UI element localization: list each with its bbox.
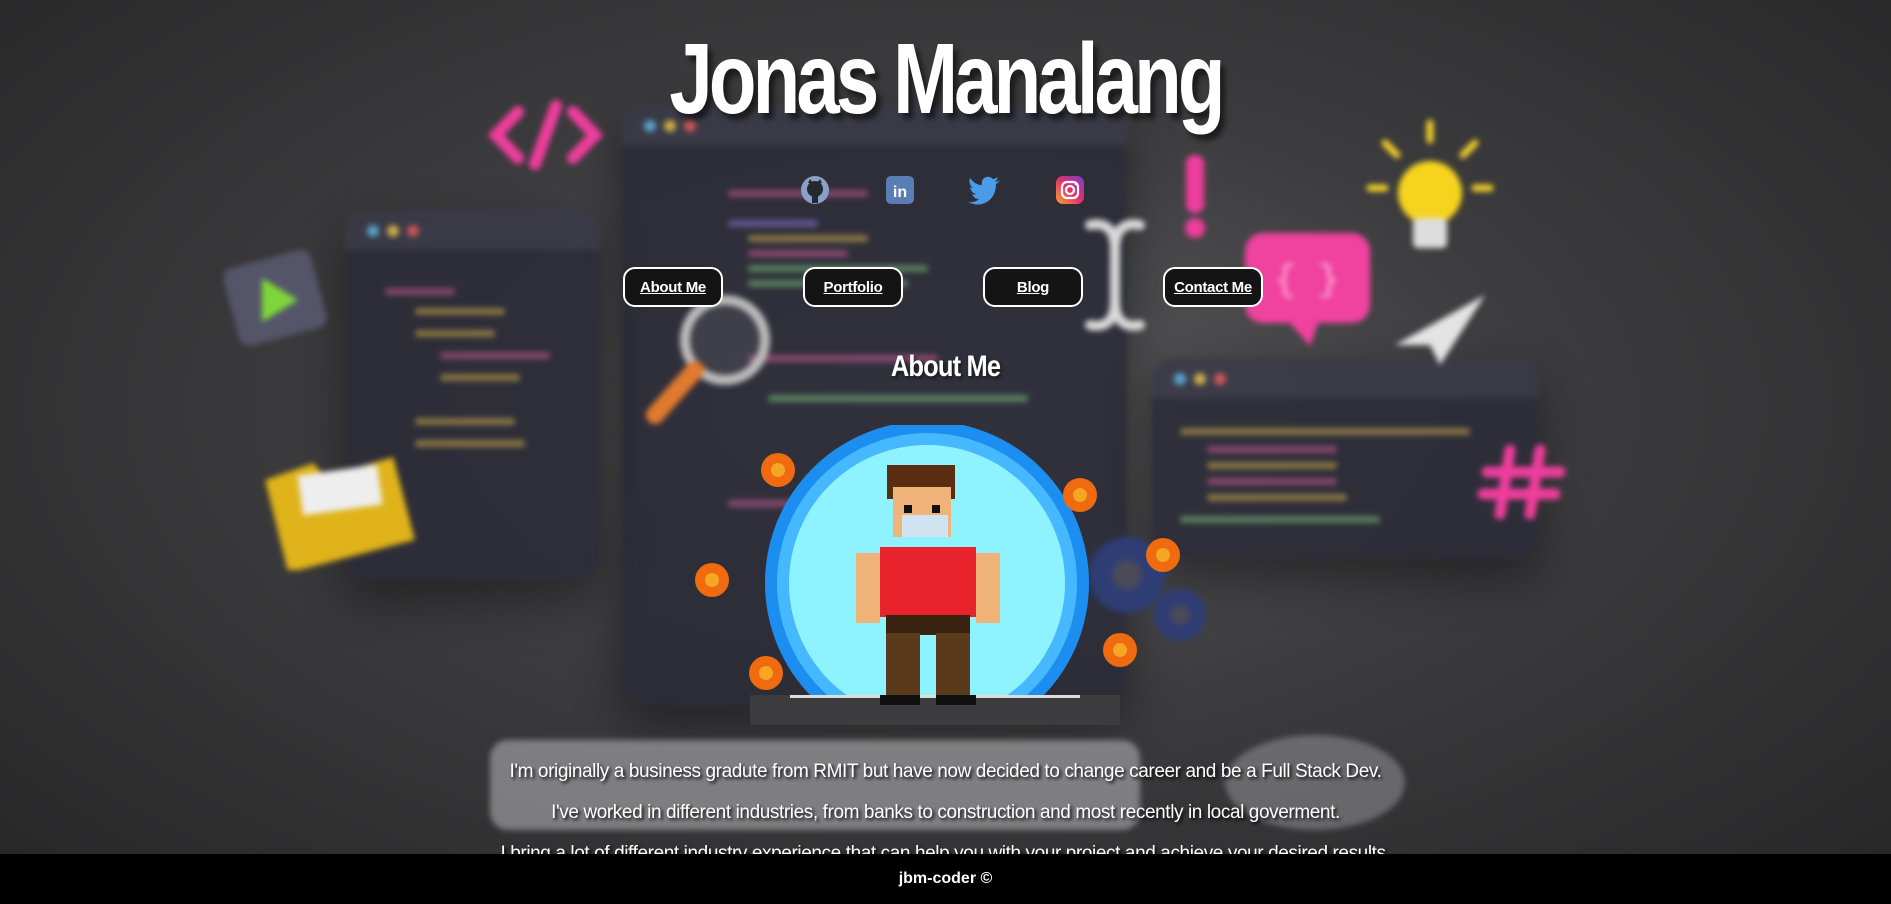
instagram-icon — [1056, 176, 1084, 204]
social-links: in — [0, 175, 1891, 207]
section-heading: About Me — [890, 350, 1001, 383]
avatar-illustration — [695, 425, 1180, 725]
main-nav: About Me Portfolio Blog Contact Me — [0, 267, 1891, 307]
folder-icon — [265, 457, 415, 570]
twitter-link[interactable] — [968, 175, 1002, 205]
github-link[interactable] — [800, 175, 830, 205]
linkedin-icon: in — [886, 176, 914, 204]
footer: jbm-coder © — [0, 854, 1891, 904]
svg-text:in: in — [893, 184, 907, 201]
twitter-icon — [968, 176, 1000, 205]
github-icon — [801, 176, 829, 204]
linkedin-link[interactable]: in — [885, 175, 915, 205]
hashtag-icon — [1477, 444, 1566, 520]
bio-line-1: I'm originally a business gradute from R… — [509, 761, 1382, 782]
nav-about-me-button[interactable]: About Me — [623, 267, 723, 307]
site-title: Jonas Manalang — [669, 23, 1225, 135]
footer-text: jbm-coder © — [898, 870, 993, 887]
bio-line-2: I've worked in different industries, fro… — [551, 802, 1340, 823]
nav-contact-me-button[interactable]: Contact Me — [1163, 267, 1263, 307]
instagram-link[interactable] — [1055, 175, 1085, 205]
nav-blog-button[interactable]: Blog — [983, 267, 1083, 307]
nav-portfolio-button[interactable]: Portfolio — [803, 267, 903, 307]
